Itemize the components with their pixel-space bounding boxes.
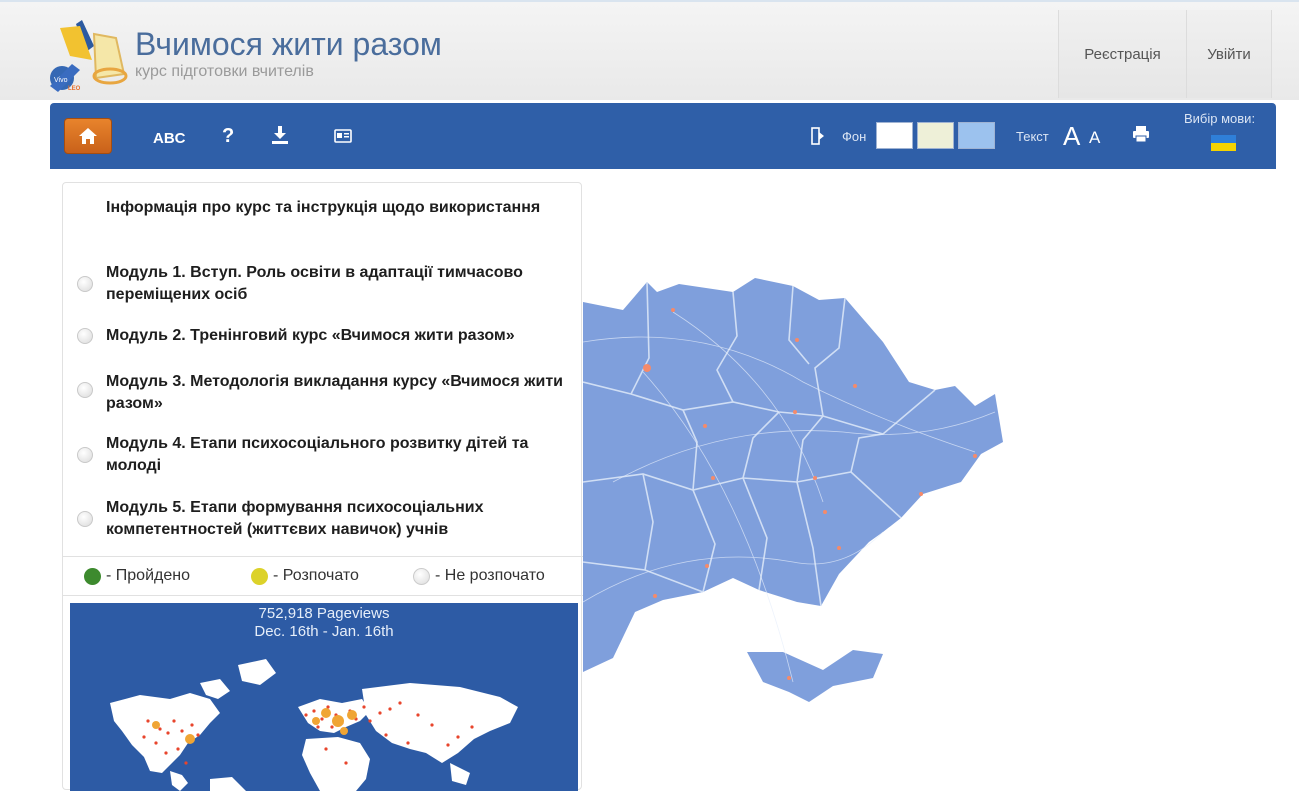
ukraine-map-image [583, 278, 1003, 702]
pageviews-count: 752,918 Pageviews [258, 605, 390, 622]
status-not-started-icon [77, 511, 93, 527]
status-legend: - Пройдено - Розпочато - Не розпочато [63, 556, 583, 596]
background-label: Фон [842, 129, 867, 144]
module-item-label: Модуль 4. Етапи психосоціального розвитк… [106, 435, 529, 474]
legend-not-started-label: - Не розпочато [435, 567, 545, 584]
contrast-icon [811, 127, 824, 145]
certificate-button[interactable] [334, 129, 352, 148]
id-card-icon [334, 129, 352, 143]
download-icon [272, 126, 288, 144]
module-list-panel: Інформація про курс та інструкція щодо в… [62, 182, 583, 791]
text-smaller-button[interactable]: A [1089, 128, 1100, 148]
status-not-started-icon [77, 447, 93, 463]
site-logo[interactable]: Vivo LEO [46, 16, 132, 96]
print-icon [1133, 126, 1149, 143]
print-button[interactable] [1132, 125, 1150, 148]
status-completed-icon [84, 568, 101, 585]
background-blue-swatch[interactable] [958, 122, 995, 149]
status-not-started-icon [413, 568, 430, 585]
text-size-label: Текст [1016, 129, 1049, 144]
svg-text:Vivo: Vivo [54, 77, 68, 84]
home-icon [79, 128, 97, 144]
svg-text:LEO: LEO [68, 86, 81, 92]
status-started-icon [251, 568, 268, 585]
glossary-button[interactable]: ABC [153, 130, 186, 147]
login-button[interactable]: Увійти [1186, 10, 1272, 98]
text-larger-button[interactable]: A [1063, 121, 1080, 152]
site-title[interactable]: Вчимося жити разом [135, 26, 442, 63]
home-button[interactable] [64, 118, 112, 154]
status-not-started-icon [77, 328, 93, 344]
background-white-swatch[interactable] [876, 122, 913, 149]
status-not-started-icon [77, 276, 93, 292]
site-subtitle: курс підготовки вчителів [135, 63, 314, 80]
module-item-label: Інформація про курс та інструкція щодо в… [106, 199, 541, 216]
status-not-started-icon [77, 382, 93, 398]
pageviews-widget[interactable]: 752,918 Pageviews Dec. 16th - Jan. 16th [70, 603, 578, 791]
main-toolbar: ABC ? Фон Текст A A Вибір мови: [50, 103, 1276, 169]
module-item-label: Модуль 1. Вступ. Роль освіти в адаптації… [106, 264, 523, 303]
module-item-label: Модуль 3. Методологія викладання курсу «… [106, 373, 564, 412]
contrast-button[interactable] [811, 127, 825, 150]
background-beige-swatch[interactable] [917, 122, 954, 149]
module-item-label: Модуль 5. Етапи формування психосоціальн… [106, 499, 484, 538]
help-button[interactable]: ? [222, 125, 234, 148]
site-header: Vivo LEO Вчимося жити разом курс підгото… [0, 0, 1299, 100]
download-button[interactable] [271, 125, 289, 150]
legend-completed-label: - Пройдено [106, 567, 190, 584]
register-button[interactable]: Реєстрація [1058, 10, 1186, 98]
ukrainian-flag-icon[interactable] [1211, 135, 1236, 151]
legend-started-label: - Розпочато [273, 567, 359, 584]
module-item-label: Модуль 2. Тренінговий курс «Вчимося жити… [106, 327, 515, 344]
pageviews-period: Dec. 16th - Jan. 16th [254, 623, 394, 640]
language-label: Вибір мови: [1184, 111, 1256, 126]
